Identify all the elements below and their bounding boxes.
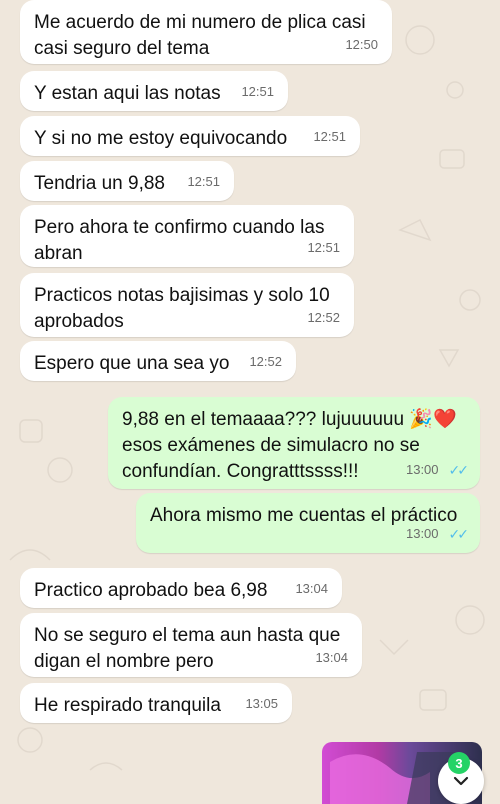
message-time: 12:51 xyxy=(241,84,274,99)
message-meta: 12:51 xyxy=(187,169,220,195)
message-meta: 13:04 xyxy=(295,576,328,602)
outgoing-message[interactable]: Ahora mismo me cuentas el práctico 13:00… xyxy=(136,493,480,553)
incoming-message[interactable]: Espero que una sea yo 12:52 xyxy=(20,341,296,381)
message-text: Practicos notas bajisimas y solo 10 apro… xyxy=(34,285,330,332)
message-text: Me acuerdo de mi numero de plica casi ca… xyxy=(34,12,366,59)
message-meta: 12:50 xyxy=(345,32,378,58)
message-meta: 13:00 ✓✓ xyxy=(405,457,470,483)
read-receipt-icon: ✓✓ xyxy=(448,462,470,478)
message-meta: 13:05 xyxy=(245,691,278,717)
message-time: 12:50 xyxy=(345,37,378,52)
incoming-message[interactable]: Practicos notas bajisimas y solo 10 apro… xyxy=(20,273,354,337)
message-meta: 12:51 xyxy=(313,124,346,150)
message-text: Y si no me estoy equivocando xyxy=(34,128,288,149)
message-time: 13:05 xyxy=(245,696,278,711)
message-meta: 13:04 xyxy=(315,645,348,671)
read-receipt-icon: ✓✓ xyxy=(448,526,470,542)
message-text: Pero ahora te confirmo cuando las abran xyxy=(34,217,325,264)
message-text: Practico aprobado bea 6,98 xyxy=(34,580,268,601)
message-time: 12:52 xyxy=(249,354,282,369)
incoming-message[interactable]: Pero ahora te confirmo cuando las abran … xyxy=(20,205,354,267)
message-meta: 13:00 ✓✓ xyxy=(405,521,470,547)
incoming-message[interactable]: He respirado tranquila 13:05 xyxy=(20,683,292,723)
message-time: 12:51 xyxy=(313,129,346,144)
message-meta: 12:52 xyxy=(249,349,282,375)
incoming-message[interactable]: Me acuerdo de mi numero de plica casi ca… xyxy=(20,0,392,64)
message-text: No se seguro el tema aun hasta que digan… xyxy=(34,625,341,672)
message-text: Espero que una sea yo xyxy=(34,353,230,374)
message-meta: 12:51 xyxy=(241,79,274,105)
outgoing-message[interactable]: 9,88 en el temaaaa??? lujuuuuuu 🎉❤️ esos… xyxy=(108,397,480,489)
message-time: 12:51 xyxy=(187,174,220,189)
message-time: 13:04 xyxy=(295,581,328,596)
message-text: Y estan aqui las notas xyxy=(34,83,221,104)
message-text: He respirado tranquila xyxy=(34,695,221,716)
incoming-message[interactable]: Y si no me estoy equivocando 12:51 xyxy=(20,116,360,156)
incoming-message[interactable]: Practico aprobado bea 6,98 13:04 xyxy=(20,568,342,608)
unread-count-badge: 3 xyxy=(448,752,470,774)
message-time: 13:04 xyxy=(315,650,348,665)
message-time: 12:52 xyxy=(307,310,340,325)
message-time: 12:51 xyxy=(307,240,340,255)
message-meta: 12:51 xyxy=(307,235,340,261)
chevron-down-icon xyxy=(453,776,469,786)
incoming-message[interactable]: Tendria un 9,88 12:51 xyxy=(20,161,234,201)
incoming-message[interactable]: No se seguro el tema aun hasta que digan… xyxy=(20,613,362,677)
message-meta: 12:52 xyxy=(307,305,340,331)
message-time: 13:00 xyxy=(405,462,439,477)
incoming-message[interactable]: Y estan aqui las notas 12:51 xyxy=(20,71,288,111)
message-time: 13:00 xyxy=(405,526,439,541)
